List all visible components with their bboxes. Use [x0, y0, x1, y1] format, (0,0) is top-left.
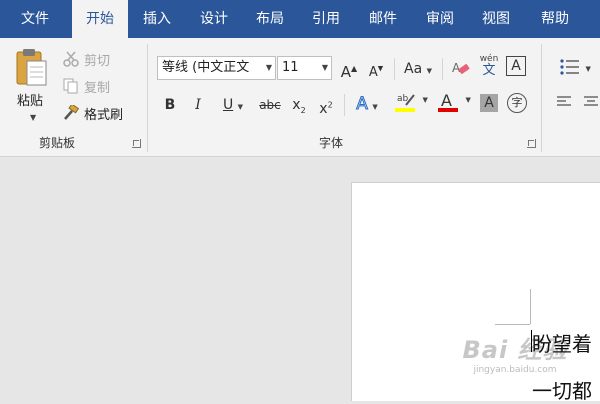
underline-icon: U: [222, 97, 234, 113]
underline-button[interactable]: U ▼: [217, 94, 249, 116]
divider: [344, 94, 345, 116]
align-center-icon: [584, 96, 598, 106]
divider: [442, 58, 443, 80]
shrink-font-icon: A▼: [368, 65, 384, 81]
enclose-characters-icon: 字: [511, 96, 523, 109]
copy-label: 复制: [84, 80, 111, 96]
shrink-font-button[interactable]: A▼: [366, 58, 386, 80]
tab-home[interactable]: 开始: [72, 0, 128, 38]
bold-icon: B: [164, 97, 176, 113]
margin-marker: [495, 324, 530, 325]
copy-icon: [62, 78, 80, 94]
svg-text:A: A: [441, 91, 452, 110]
tab-file[interactable]: 文件: [6, 0, 64, 38]
text-effects-icon: A: [356, 94, 369, 115]
tab-review[interactable]: 审阅: [414, 0, 466, 38]
subscript-button[interactable]: x2: [289, 94, 309, 116]
tab-view[interactable]: 视图: [470, 0, 522, 38]
font-color-icon: A: [438, 91, 459, 112]
group-divider: [147, 44, 148, 152]
bold-button[interactable]: B: [161, 94, 179, 116]
scissors-icon: [62, 51, 80, 67]
paste-icon: [16, 49, 47, 86]
eraser-icon: A: [452, 61, 470, 75]
text-effects-button[interactable]: A ▼: [352, 93, 382, 115]
chevron-down-icon: ▼: [321, 63, 328, 72]
ribbon-tab-bar: 文件 开始 插入 设计 布局 引用 邮件 审阅 视图 帮助: [0, 0, 600, 38]
font-size-select[interactable]: 11 ▼: [277, 56, 332, 80]
chevron-down-icon: ▼: [265, 63, 272, 72]
grow-font-button[interactable]: A▲: [339, 58, 359, 81]
divider: [394, 58, 395, 80]
change-case-button[interactable]: Aa ▼: [401, 58, 435, 80]
phonetic-guide-button[interactable]: wén 文: [478, 54, 500, 82]
document-text-line[interactable]: 盼望着: [532, 328, 592, 357]
font-size-value: 11: [282, 60, 299, 75]
paste-button[interactable]: [14, 48, 48, 92]
margin-marker: [530, 289, 531, 324]
superscript-icon: x2: [319, 100, 333, 117]
align-left-icon: [557, 96, 571, 106]
clipboard-group-label: 剪贴板: [39, 136, 76, 150]
format-painter-label: 格式刷: [84, 107, 124, 123]
font-color-button[interactable]: A ▼: [435, 90, 473, 118]
highlight-color-button[interactable]: ab ▼: [392, 90, 430, 118]
font-name-select[interactable]: 等线 (中文正文 ▼: [157, 56, 276, 80]
paste-label[interactable]: 粘贴: [17, 90, 43, 109]
character-border-button[interactable]: A: [506, 56, 526, 76]
align-left-button[interactable]: [555, 94, 573, 116]
strikethrough-icon: abc: [259, 98, 281, 112]
tab-mailings[interactable]: 邮件: [357, 0, 409, 38]
ribbon: 粘贴 ▼ 剪切 复制 格式刷 剪贴板 等线 (中文正文 ▼ 11 ▼ A▲ A▼…: [0, 38, 600, 157]
clear-formatting-button[interactable]: A: [451, 58, 471, 80]
tab-insert[interactable]: 插入: [131, 0, 183, 38]
group-divider: [541, 44, 542, 152]
bullet-list-icon: [560, 59, 580, 75]
bullets-button[interactable]: ▼: [555, 56, 595, 78]
paintbrush-icon: [62, 103, 80, 121]
tab-layout[interactable]: 布局: [244, 0, 296, 38]
copy-button[interactable]: 复制: [62, 77, 111, 96]
subscript-icon: x2: [292, 97, 306, 115]
cut-label: 剪切: [84, 53, 111, 69]
italic-button[interactable]: I: [189, 94, 207, 116]
clipboard-dialog-launcher-icon[interactable]: [132, 139, 141, 148]
superscript-button[interactable]: x2: [316, 94, 336, 117]
svg-text:A: A: [452, 61, 461, 75]
tab-help[interactable]: 帮助: [527, 0, 583, 38]
tab-design[interactable]: 设计: [188, 0, 240, 38]
format-painter-button[interactable]: 格式刷: [62, 103, 124, 123]
grow-font-icon: A▲: [340, 63, 358, 81]
strikethrough-button[interactable]: abc: [258, 94, 282, 116]
change-case-icon: Aa ▼: [404, 61, 432, 77]
character-border-icon: A: [511, 58, 521, 74]
phonetic-guide-icon: 文: [482, 63, 496, 78]
cut-button[interactable]: 剪切: [62, 50, 111, 69]
font-dialog-launcher-icon[interactable]: [527, 139, 536, 148]
italic-icon: I: [195, 97, 201, 113]
highlighter-icon: ab: [395, 94, 416, 112]
font-name-value: 等线 (中文正文: [162, 60, 250, 75]
font-group-label: 字体: [319, 136, 344, 150]
tab-references[interactable]: 引用: [300, 0, 352, 38]
character-shading-icon: A: [484, 95, 494, 111]
watermark-url: jingyan.baidu.com: [473, 365, 557, 375]
paste-dropdown-arrow-icon[interactable]: ▼: [30, 113, 36, 122]
align-center-button[interactable]: [582, 94, 600, 116]
character-shading-button[interactable]: A: [480, 94, 498, 112]
enclose-characters-button[interactable]: 字: [507, 93, 527, 113]
